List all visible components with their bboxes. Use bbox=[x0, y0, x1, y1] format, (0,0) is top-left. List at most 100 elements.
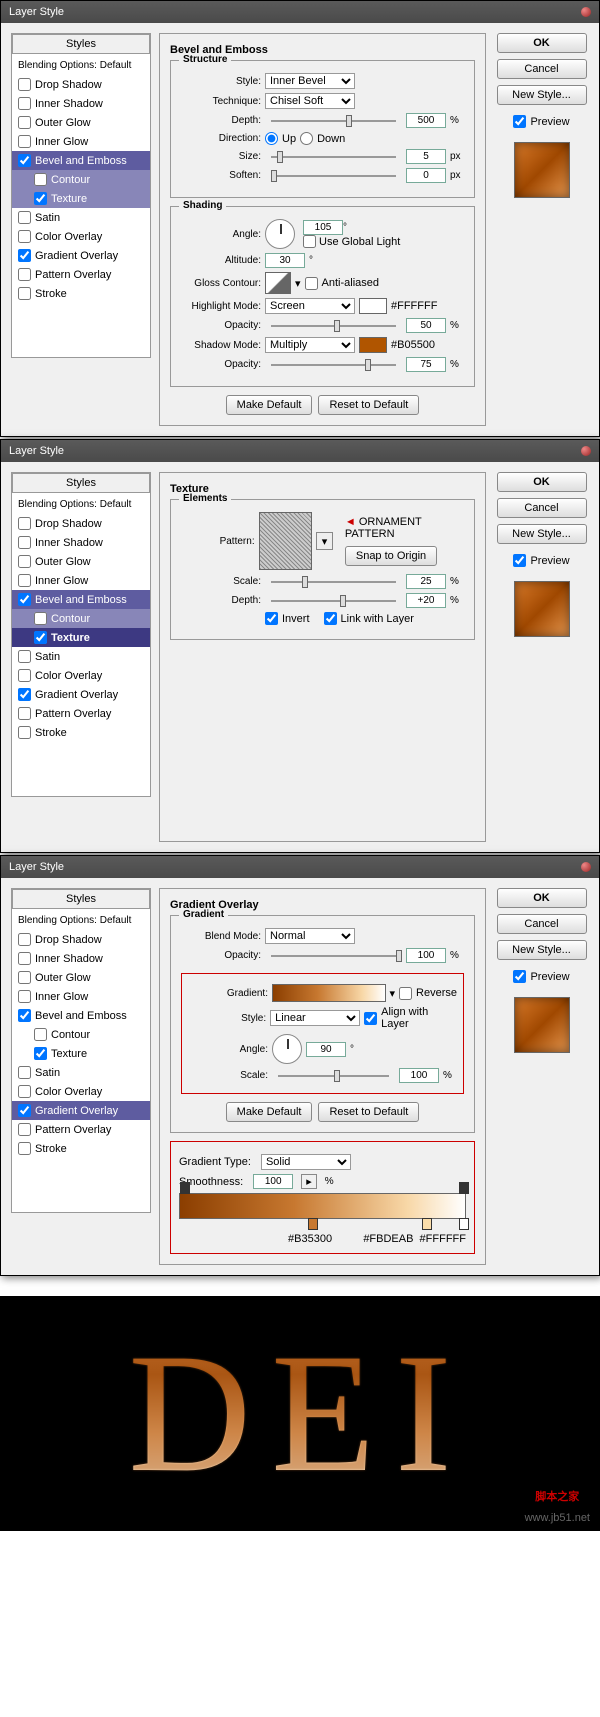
titlebar[interactable]: Layer Style bbox=[1, 440, 599, 462]
number-input[interactable] bbox=[306, 1042, 346, 1057]
style-item[interactable]: Drop Shadow bbox=[12, 75, 150, 94]
style-item[interactable]: Inner Shadow bbox=[12, 94, 150, 113]
direction-down[interactable] bbox=[300, 132, 313, 145]
style-item[interactable]: Pattern Overlay bbox=[12, 704, 150, 723]
number-input[interactable] bbox=[406, 318, 446, 333]
style-checkbox[interactable] bbox=[18, 707, 31, 720]
slider[interactable] bbox=[271, 949, 396, 963]
close-icon[interactable] bbox=[581, 7, 591, 17]
style-item[interactable]: Inner Glow bbox=[12, 987, 150, 1006]
style-item[interactable]: Gradient Overlay bbox=[12, 685, 150, 704]
angle-dial[interactable] bbox=[265, 219, 295, 249]
number-input[interactable] bbox=[406, 168, 446, 183]
titlebar[interactable]: Layer Style bbox=[1, 1, 599, 23]
blending-options[interactable]: Blending Options: Default bbox=[12, 495, 150, 514]
style-checkbox[interactable] bbox=[18, 952, 31, 965]
style-item[interactable]: Drop Shadow bbox=[12, 514, 150, 533]
style-item[interactable]: Color Overlay bbox=[12, 227, 150, 246]
style-checkbox[interactable] bbox=[18, 1009, 31, 1022]
shadow-mode-select[interactable]: Multiply bbox=[265, 337, 355, 353]
style-checkbox[interactable] bbox=[18, 669, 31, 682]
number-input[interactable] bbox=[265, 253, 305, 268]
style-item[interactable]: Outer Glow bbox=[12, 552, 150, 571]
style-item[interactable]: Inner Shadow bbox=[12, 533, 150, 552]
number-input[interactable] bbox=[406, 149, 446, 164]
invert-check[interactable] bbox=[265, 612, 278, 625]
number-input[interactable] bbox=[253, 1174, 293, 1189]
gloss-contour-swatch[interactable] bbox=[265, 272, 291, 294]
number-input[interactable] bbox=[406, 357, 446, 372]
style-item[interactable]: Pattern Overlay bbox=[12, 265, 150, 284]
new-style-button[interactable]: New Style... bbox=[497, 940, 587, 960]
style-item[interactable]: Color Overlay bbox=[12, 1082, 150, 1101]
ok-button[interactable]: OK bbox=[497, 888, 587, 908]
blending-options[interactable]: Blending Options: Default bbox=[12, 56, 150, 75]
style-item[interactable]: Stroke bbox=[12, 284, 150, 303]
reset-default-button[interactable]: Reset to Default bbox=[318, 1102, 419, 1122]
align-layer-check[interactable] bbox=[364, 1012, 377, 1025]
make-default-button[interactable]: Make Default bbox=[226, 1102, 313, 1122]
blend-mode-select[interactable]: Normal bbox=[265, 928, 355, 944]
style-checkbox[interactable] bbox=[18, 1123, 31, 1136]
highlight-mode-select[interactable]: Screen bbox=[265, 298, 355, 314]
style-item[interactable]: Drop Shadow bbox=[12, 930, 150, 949]
global-light-check[interactable] bbox=[303, 235, 316, 248]
number-input[interactable] bbox=[399, 1068, 439, 1083]
styles-header[interactable]: Styles bbox=[12, 473, 150, 493]
ok-button[interactable]: OK bbox=[497, 33, 587, 53]
cancel-button[interactable]: Cancel bbox=[497, 59, 587, 79]
style-checkbox[interactable] bbox=[18, 230, 31, 243]
direction-up[interactable] bbox=[265, 132, 278, 145]
styles-header[interactable]: Styles bbox=[12, 34, 150, 54]
cancel-button[interactable]: Cancel bbox=[497, 914, 587, 934]
style-checkbox[interactable] bbox=[34, 612, 47, 625]
style-item[interactable]: Outer Glow bbox=[12, 968, 150, 987]
reset-default-button[interactable]: Reset to Default bbox=[318, 395, 419, 415]
slider[interactable] bbox=[278, 1069, 389, 1083]
style-checkbox[interactable] bbox=[34, 631, 47, 644]
gradient-bar[interactable] bbox=[272, 984, 386, 1002]
slider[interactable] bbox=[271, 575, 396, 589]
cancel-button[interactable]: Cancel bbox=[497, 498, 587, 518]
style-item[interactable]: Inner Glow bbox=[12, 132, 150, 151]
chevron-right-icon[interactable]: ▸ bbox=[301, 1174, 317, 1189]
style-checkbox[interactable] bbox=[18, 249, 31, 262]
pattern-swatch[interactable] bbox=[259, 512, 313, 570]
preview-check[interactable]: Preview bbox=[513, 554, 569, 567]
style-checkbox[interactable] bbox=[34, 173, 47, 186]
style-checkbox[interactable] bbox=[18, 593, 31, 606]
style-item[interactable]: Texture bbox=[12, 628, 150, 647]
style-checkbox[interactable] bbox=[18, 536, 31, 549]
style-item[interactable]: Contour bbox=[12, 170, 150, 189]
style-checkbox[interactable] bbox=[18, 1142, 31, 1155]
preview-checkbox[interactable] bbox=[513, 115, 526, 128]
style-checkbox[interactable] bbox=[18, 933, 31, 946]
style-checkbox[interactable] bbox=[18, 116, 31, 129]
style-item[interactable]: Color Overlay bbox=[12, 666, 150, 685]
style-checkbox[interactable] bbox=[18, 97, 31, 110]
blending-options[interactable]: Blending Options: Default bbox=[12, 911, 150, 930]
style-checkbox[interactable] bbox=[18, 726, 31, 739]
style-checkbox[interactable] bbox=[18, 287, 31, 300]
angle-dial[interactable] bbox=[272, 1034, 302, 1064]
style-checkbox[interactable] bbox=[18, 650, 31, 663]
link-layer-check[interactable] bbox=[324, 612, 337, 625]
style-checkbox[interactable] bbox=[18, 1066, 31, 1079]
titlebar[interactable]: Layer Style bbox=[1, 856, 599, 878]
style-checkbox[interactable] bbox=[18, 78, 31, 91]
preview-check[interactable]: Preview bbox=[513, 115, 569, 128]
highlight-color-swatch[interactable] bbox=[359, 298, 387, 314]
slider[interactable] bbox=[271, 319, 396, 333]
pattern-dropdown-icon[interactable]: ▾ bbox=[316, 532, 333, 550]
technique-select[interactable]: Chisel Soft bbox=[265, 93, 355, 109]
style-checkbox[interactable] bbox=[18, 555, 31, 568]
style-item[interactable]: Bevel and Emboss bbox=[12, 590, 150, 609]
new-style-button[interactable]: New Style... bbox=[497, 85, 587, 105]
slider[interactable] bbox=[271, 114, 396, 128]
style-item[interactable]: Gradient Overlay bbox=[12, 246, 150, 265]
make-default-button[interactable]: Make Default bbox=[226, 395, 313, 415]
style-select[interactable]: Inner Bevel bbox=[265, 73, 355, 89]
number-input[interactable] bbox=[406, 948, 446, 963]
style-item[interactable]: Inner Shadow bbox=[12, 949, 150, 968]
ok-button[interactable]: OK bbox=[497, 472, 587, 492]
